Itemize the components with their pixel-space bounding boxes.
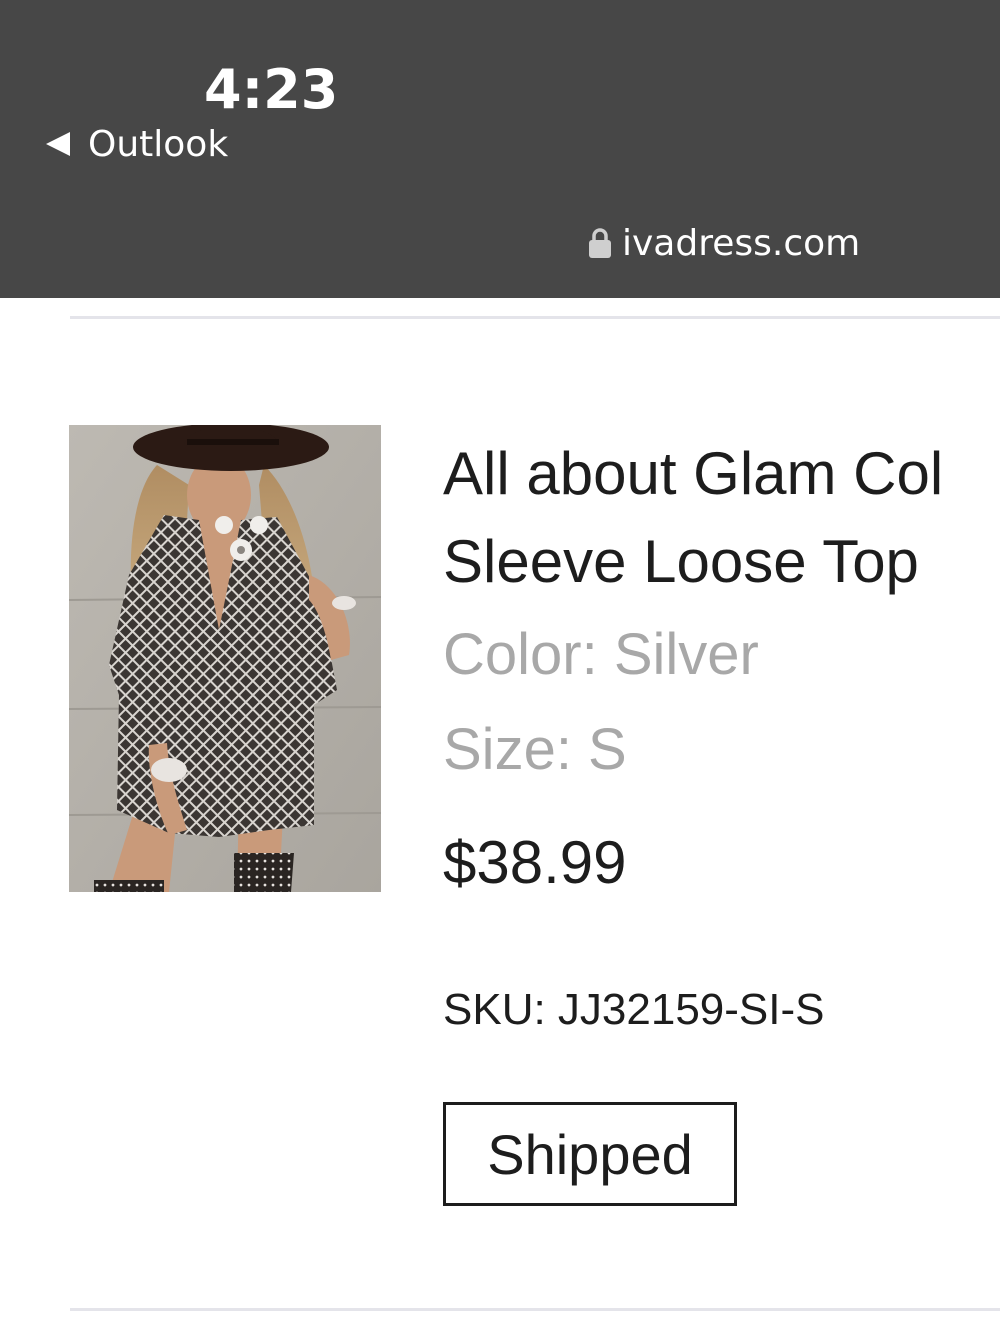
back-app-label: Outlook bbox=[88, 123, 229, 165]
product-color: Color: Silver bbox=[443, 622, 759, 687]
status-badge: Shipped bbox=[443, 1102, 737, 1206]
address-bar[interactable]: ivadress.com bbox=[588, 220, 860, 266]
lock-icon bbox=[589, 228, 611, 258]
product-price: $38.99 bbox=[443, 829, 627, 896]
product-size: Size: S bbox=[443, 717, 627, 782]
status-badge-label: Shipped bbox=[487, 1122, 693, 1186]
clock: 4:23 bbox=[204, 58, 339, 121]
product-image[interactable] bbox=[69, 425, 381, 892]
divider bbox=[70, 316, 1000, 319]
product-title[interactable]: All about Glam Col Sleeve Loose Top bbox=[443, 430, 1000, 606]
product-sku: SKU: JJ32159-SI-S bbox=[443, 985, 825, 1034]
back-triangle-icon bbox=[46, 132, 70, 156]
product-title-line: Sleeve Loose Top bbox=[443, 528, 919, 595]
status-bar: 4:23 Outlook ivadress.com bbox=[0, 0, 1000, 298]
url-text: ivadress.com bbox=[622, 222, 861, 264]
divider bbox=[70, 1308, 1000, 1311]
back-to-app-button[interactable]: Outlook bbox=[46, 122, 228, 166]
product-title-line: All about Glam Col bbox=[443, 440, 944, 507]
